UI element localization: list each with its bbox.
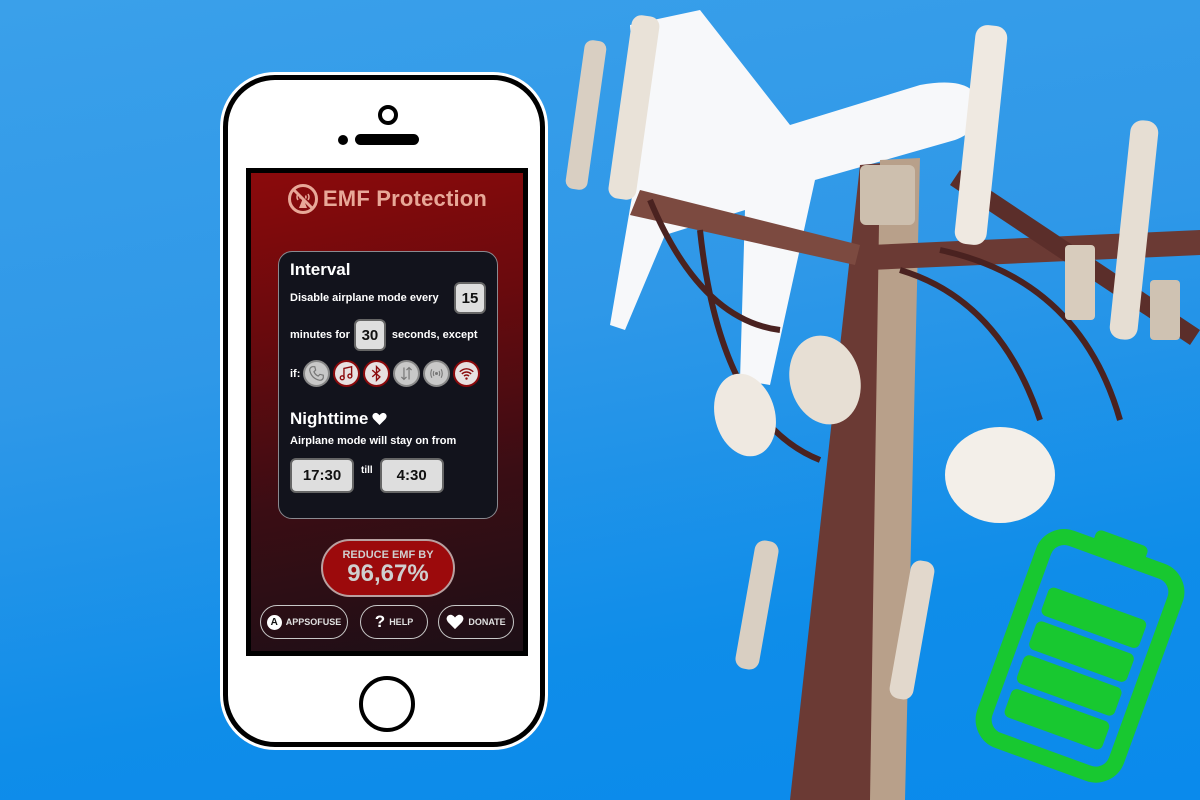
earpiece-speaker bbox=[355, 134, 419, 145]
appsofuse-logo-icon: A bbox=[266, 614, 282, 630]
background-illustration bbox=[565, 10, 1200, 800]
nighttime-end-time[interactable]: 4:30 bbox=[379, 458, 444, 493]
nighttime-description: Airplane mode will stay on from bbox=[290, 435, 457, 447]
app-screen: EMF Protection Interval Disable airplane… bbox=[251, 173, 523, 651]
interval-text-minutes-for: minutes for bbox=[290, 329, 350, 341]
phone-icon[interactable] bbox=[303, 360, 331, 387]
settings-card: Interval Disable airplane mode every 15 … bbox=[278, 251, 498, 519]
wifi-icon[interactable] bbox=[453, 360, 481, 387]
front-camera bbox=[378, 105, 398, 125]
phone-mockup: EMF Protection Interval Disable airplane… bbox=[223, 75, 545, 747]
interval-row-1: Disable airplane mode every 15 bbox=[290, 282, 486, 314]
help-button[interactable]: ? HELP bbox=[360, 605, 428, 639]
hotspot-icon[interactable] bbox=[423, 360, 451, 387]
till-label: till bbox=[361, 465, 373, 476]
music-icon[interactable] bbox=[333, 360, 361, 387]
bluetooth-icon[interactable] bbox=[363, 360, 391, 387]
heart-icon bbox=[446, 614, 464, 630]
exception-conditions: if: bbox=[290, 360, 486, 387]
app-title: EMF Protection bbox=[322, 186, 488, 211]
heart-icon bbox=[372, 412, 388, 425]
appsofuse-button[interactable]: A APPSOFUSE bbox=[260, 605, 348, 639]
interval-seconds-input[interactable]: 30 bbox=[353, 319, 386, 351]
reduce-emf-value: 96,67% bbox=[347, 560, 429, 587]
battery-icon bbox=[975, 529, 1185, 783]
app-header: EMF Protection bbox=[251, 183, 523, 215]
proximity-sensor bbox=[338, 135, 348, 145]
interval-text-seconds-except: seconds, except bbox=[391, 329, 478, 341]
nighttime-time-row: 17:30 till 4:30 bbox=[290, 458, 486, 493]
help-label: HELP bbox=[389, 617, 414, 627]
interval-row-2: minutes for 30 seconds, except bbox=[290, 319, 486, 351]
nighttime-title: Nighttime bbox=[290, 409, 369, 428]
reduce-emf-badge: REDUCE EMF BY 96,67% bbox=[321, 539, 455, 597]
if-label: if: bbox=[290, 367, 301, 380]
appsofuse-label: APPSOFUSE bbox=[285, 617, 342, 627]
help-icon: ? bbox=[374, 612, 386, 631]
interval-title: Interval bbox=[290, 260, 351, 279]
interval-text-every: Disable airplane mode every bbox=[290, 292, 439, 304]
interval-minutes-input[interactable]: 15 bbox=[454, 282, 486, 314]
no-signal-icon bbox=[287, 184, 318, 214]
phone-screen: EMF Protection Interval Disable airplane… bbox=[246, 168, 528, 656]
nighttime-title-row: Nighttime bbox=[290, 409, 486, 429]
donate-button[interactable]: DONATE bbox=[438, 605, 514, 639]
data-transfer-icon[interactable] bbox=[393, 360, 421, 387]
donate-label: DONATE bbox=[468, 617, 506, 627]
nighttime-start-time[interactable]: 17:30 bbox=[290, 458, 354, 493]
home-button[interactable] bbox=[359, 676, 415, 732]
